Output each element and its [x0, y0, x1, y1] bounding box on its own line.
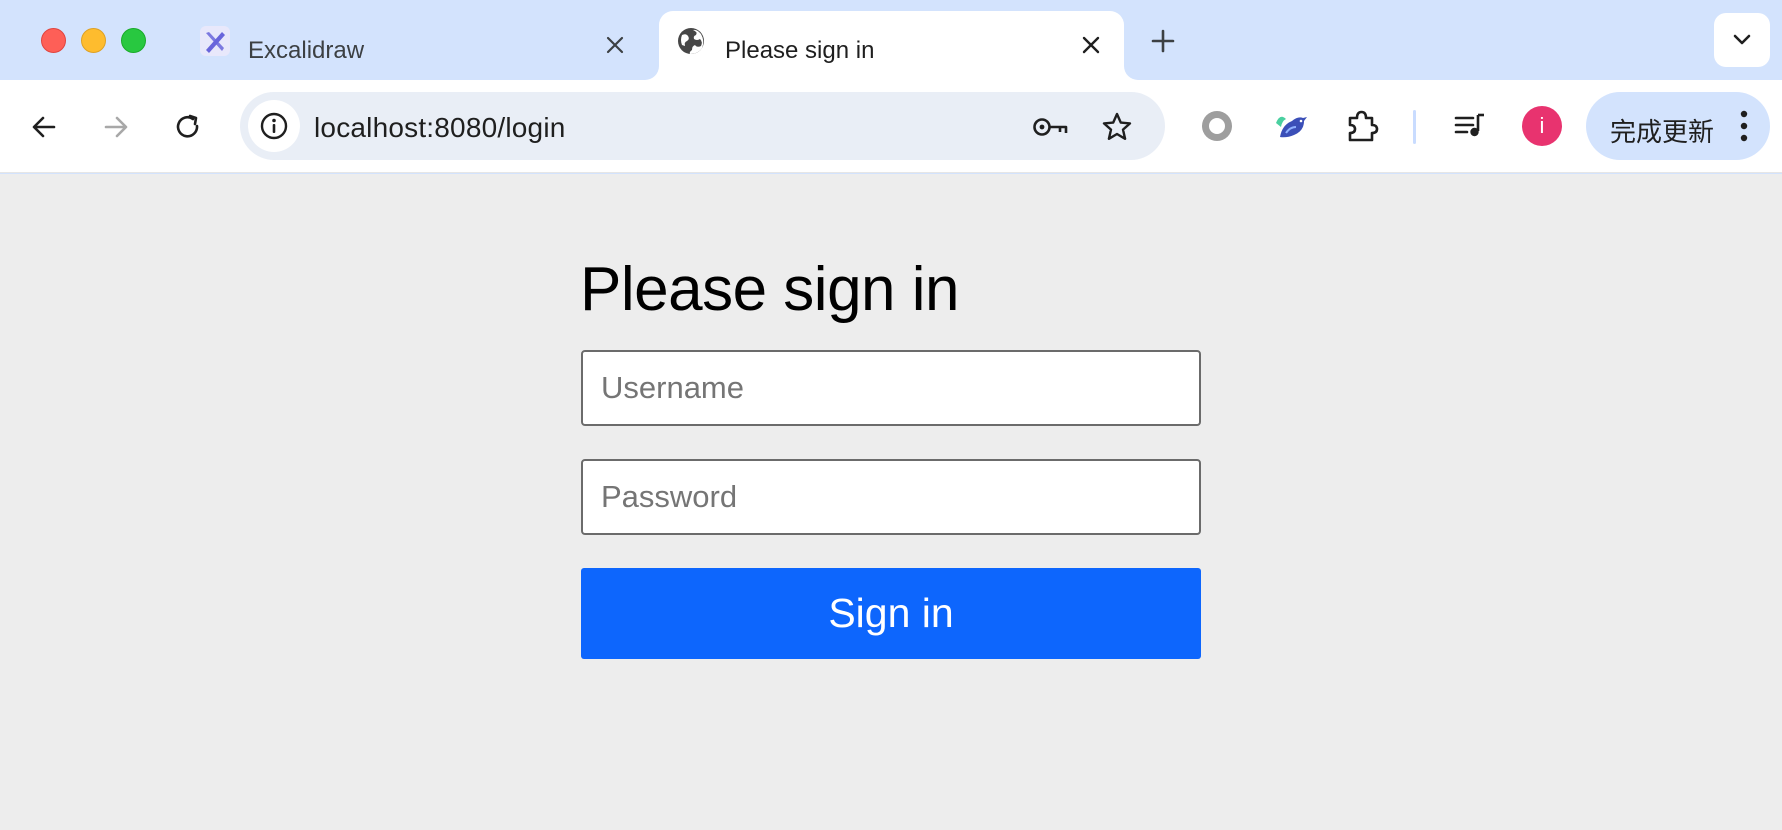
username-input[interactable]	[581, 350, 1201, 426]
reload-icon[interactable]	[168, 107, 208, 147]
url-text: localhost:8080/login	[314, 112, 566, 143]
update-button-label: 完成更新	[1610, 118, 1715, 148]
back-arrow-icon[interactable]	[24, 107, 64, 147]
update-button[interactable]: 完成更新	[1586, 92, 1770, 160]
chevron-down-icon	[1733, 34, 1751, 45]
page-title: Please sign in	[580, 255, 960, 324]
toolbar-divider	[1413, 110, 1416, 144]
globe-icon	[676, 26, 706, 56]
key-icon[interactable]	[1032, 108, 1070, 146]
close-window-button[interactable]	[41, 28, 66, 53]
browser-window: Excalidraw Please sign in localhost:8080…	[0, 0, 1782, 830]
kebab-menu-icon[interactable]	[1726, 106, 1762, 146]
puzzle-extensions-icon[interactable]	[1341, 105, 1383, 147]
new-tab-icon[interactable]	[1146, 24, 1180, 58]
tab-strip: Excalidraw Please sign in	[0, 0, 1782, 80]
maximize-window-button[interactable]	[121, 28, 146, 53]
forward-arrow-icon[interactable]	[96, 107, 136, 147]
close-tab-icon[interactable]	[599, 29, 631, 61]
star-icon[interactable]	[1098, 108, 1136, 146]
minimize-window-button[interactable]	[81, 28, 106, 53]
profile-avatar[interactable]: i	[1522, 106, 1562, 146]
close-tab-icon[interactable]	[1075, 29, 1107, 61]
site-info-icon[interactable]	[248, 100, 300, 152]
tab-search-button[interactable]	[1714, 13, 1770, 67]
tab-title: Excalidraw	[248, 37, 365, 64]
address-bar[interactable]: localhost:8080/login	[240, 92, 1165, 160]
login-page: Please sign in Sign in	[0, 174, 1782, 830]
bird-extension-icon[interactable]	[1270, 105, 1312, 147]
sign-in-button[interactable]: Sign in	[581, 568, 1201, 659]
media-playlist-icon[interactable]	[1449, 105, 1491, 147]
excalidraw-icon	[200, 26, 230, 56]
record-extension-icon[interactable]	[1196, 105, 1238, 147]
password-input[interactable]	[581, 459, 1201, 535]
tab-excalidraw[interactable]: Excalidraw	[182, 11, 642, 80]
tab-please-sign-in[interactable]: Please sign in	[659, 11, 1124, 80]
tab-title: Please sign in	[725, 37, 875, 64]
browser-toolbar: localhost:8080/login i 完成更新	[0, 80, 1782, 173]
